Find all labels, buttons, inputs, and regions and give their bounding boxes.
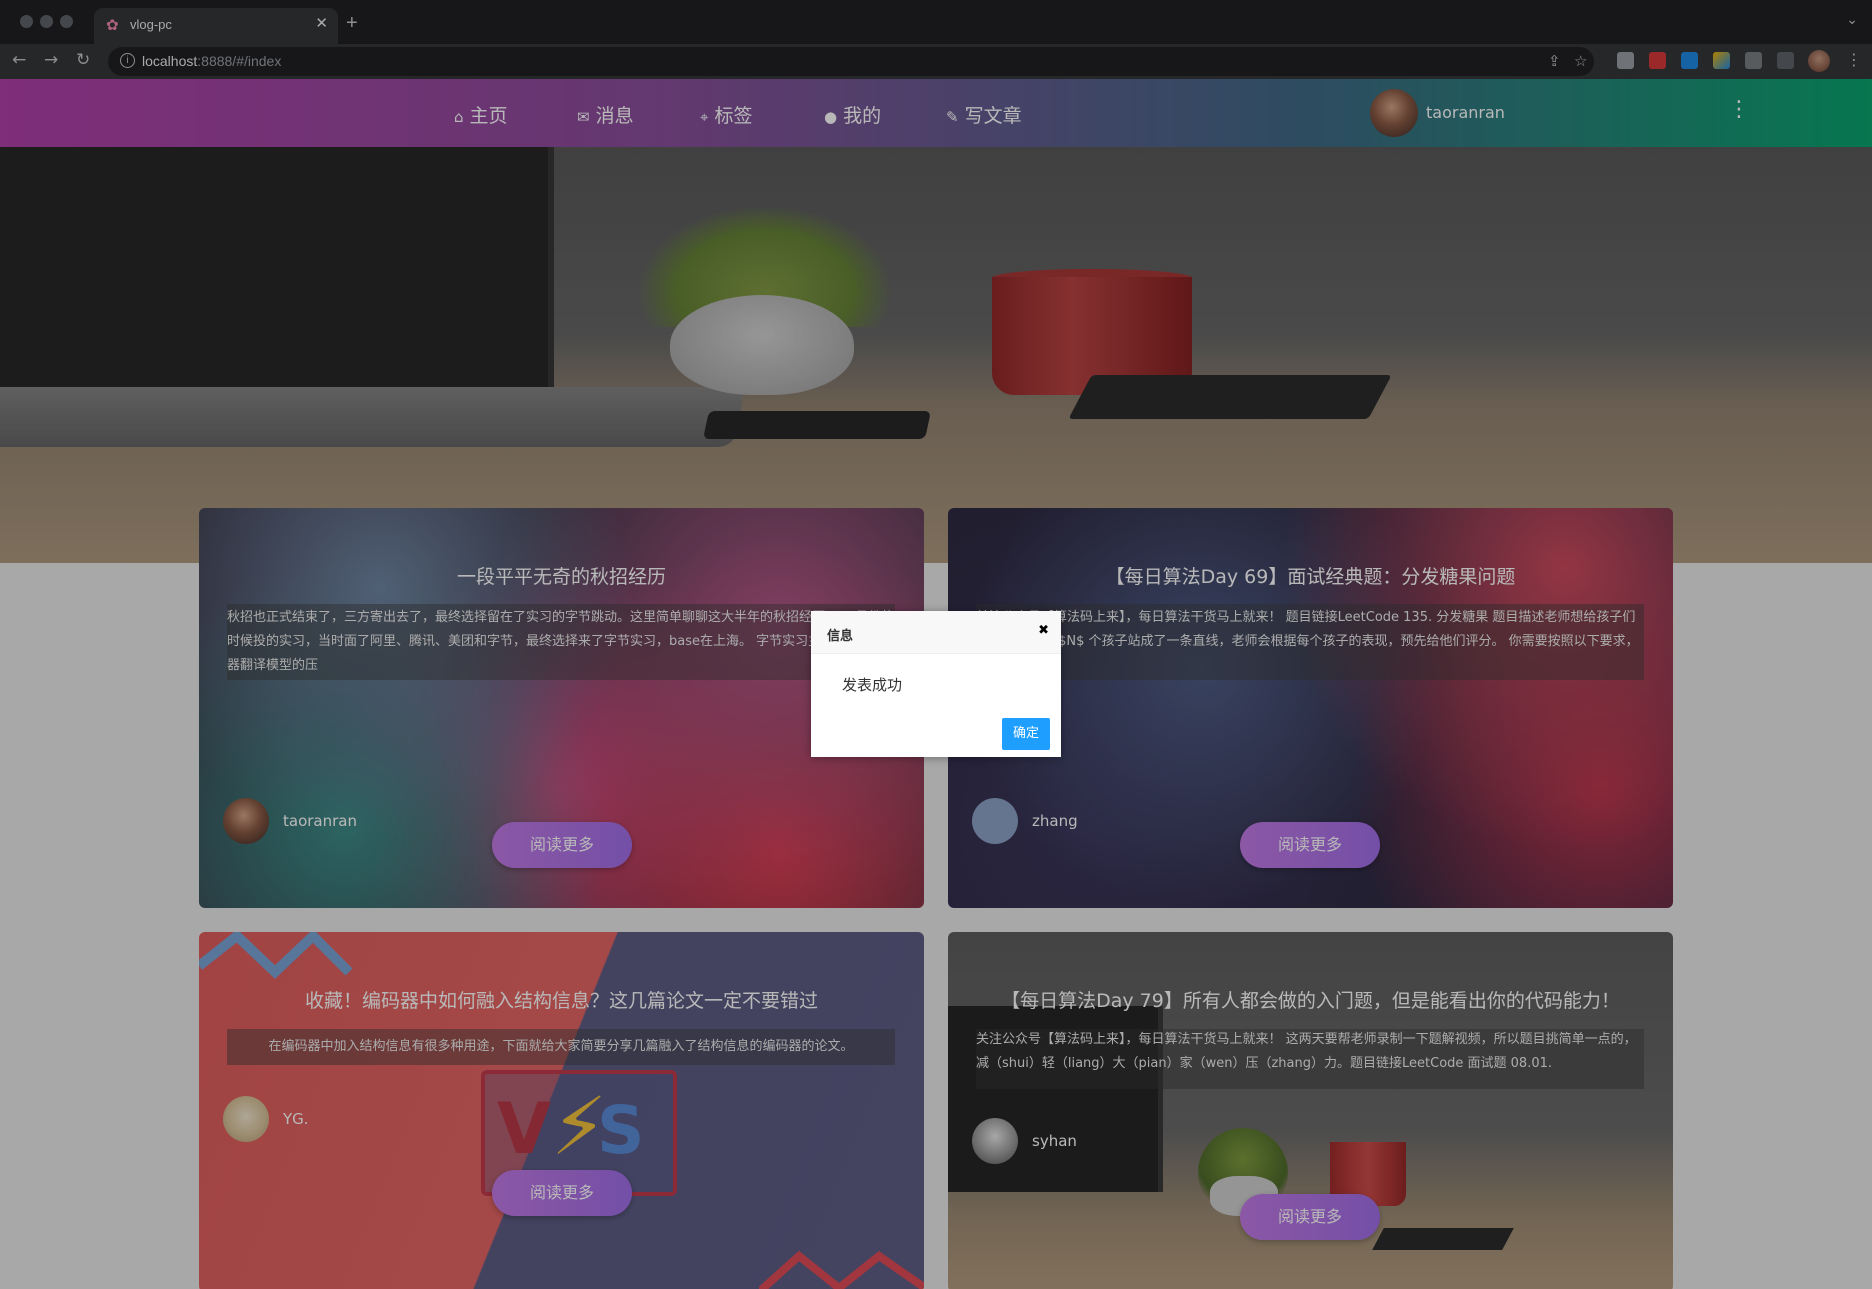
- dialog-ok-button[interactable]: 确定: [1002, 718, 1050, 750]
- dialog-title: 信息: [827, 629, 854, 644]
- dialog-header: 信息 ✖: [811, 611, 1061, 654]
- dialog-message: 发表成功: [842, 676, 903, 694]
- info-dialog: 信息 ✖ 发表成功 确定: [811, 611, 1061, 757]
- dialog-close-icon[interactable]: ✖: [1038, 623, 1049, 638]
